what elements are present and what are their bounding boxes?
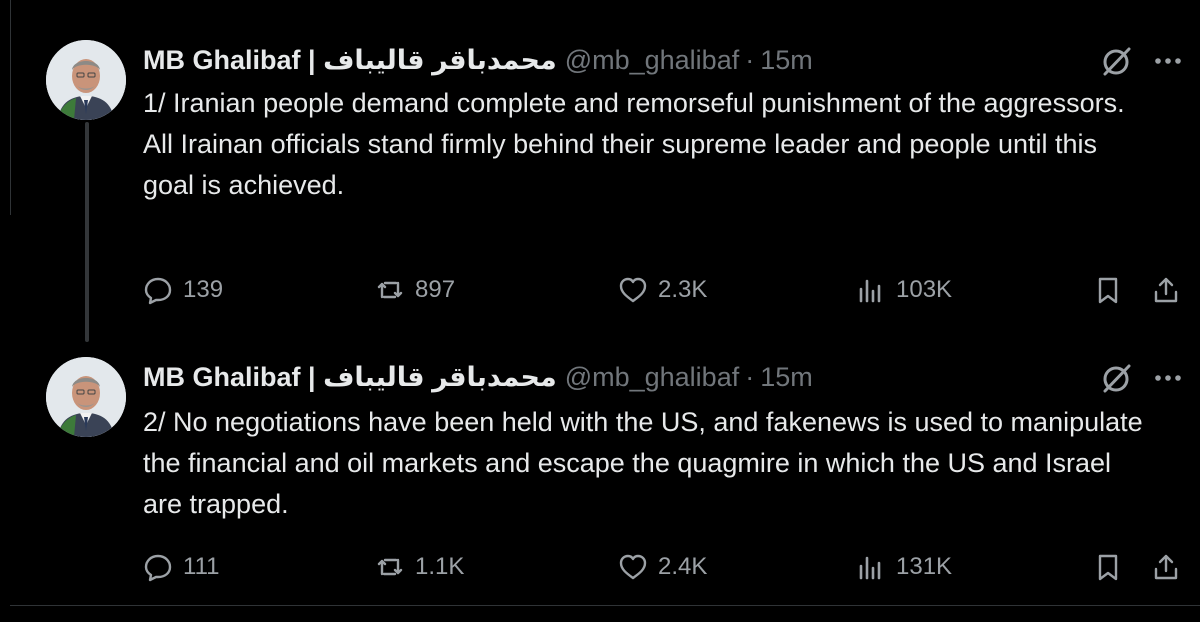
like-button[interactable]: 2.3K [618,270,707,310]
tweet-1[interactable]: محمدباقر قالیباف | MB Ghalibaf @mb_ghali… [0,0,1200,340]
reply-icon [144,554,172,582]
share-button[interactable] [1151,270,1181,310]
share-button[interactable] [1151,547,1181,587]
retweet-count: 1.1K [415,553,465,580]
like-count: 2.4K [658,553,708,580]
like-count: 2.3K [658,276,708,303]
author-name[interactable]: محمدباقر قالیباف | MB Ghalibaf [143,45,557,76]
author-name[interactable]: محمدباقر قالیباف | MB Ghalibaf [143,362,557,393]
tweet-actions: 111 1.1K 2.4K 131K [143,547,1180,587]
retweet-button[interactable]: 1.1K [375,547,464,587]
more-icon[interactable] [1150,43,1186,79]
like-icon [619,554,647,580]
author-handle[interactable]: @mb_ghalibaf [565,362,740,393]
tweet-text-paragraph: 2/ No negotiations have been held with t… [143,407,1143,519]
bookmark-icon [1098,554,1118,581]
header-separator: · [745,361,755,392]
like-button[interactable]: 2.4K [618,547,707,587]
retweet-button[interactable]: 897 [375,270,455,310]
grok-icon[interactable] [1099,43,1135,79]
share-icon [1154,277,1178,303]
reply-count: 111 [183,553,220,580]
retweet-icon [377,281,403,299]
tweet-timestamp[interactable]: 15m [760,45,813,76]
tweet-text-paragraph: 1/ Iranian people demand complete and re… [143,88,1125,118]
author-handle[interactable]: @mb_ghalibaf [565,45,740,76]
header-separator: · [745,44,755,75]
bookmark-button[interactable] [1093,547,1123,587]
views-button[interactable]: 103K [856,270,952,310]
views-icon [859,556,881,580]
bookmark-icon [1098,277,1118,304]
tweet-timestamp[interactable]: 15m [760,362,813,393]
tweet-text: 2/ No negotiations have been held with t… [143,402,1153,525]
views-button[interactable]: 131K [856,547,952,587]
tweet-2[interactable]: محمدباقر قالیباف | MB Ghalibaf @mb_ghali… [0,340,1200,605]
author-avatar[interactable] [46,357,126,437]
bottom-divider [10,605,1200,606]
tweet-header: محمدباقر قالیباف | MB Ghalibaf @mb_ghali… [143,40,813,80]
reply-count: 139 [183,276,224,303]
author-avatar[interactable] [46,40,126,120]
reply-button[interactable]: 139 [143,270,223,310]
share-icon [1154,554,1178,580]
more-icon[interactable] [1150,360,1186,396]
tweet-actions: 139 897 2.3K 103K [143,270,1180,310]
retweet-count: 897 [415,276,456,303]
bookmark-button[interactable] [1093,270,1123,310]
reply-icon [144,277,172,305]
views-icon [859,279,881,303]
grok-icon[interactable] [1099,360,1135,396]
retweet-icon [377,558,403,576]
like-icon [619,277,647,303]
view-count: 131K [896,553,953,580]
view-count: 103K [896,276,953,303]
tweet-header: محمدباقر قالیباف | MB Ghalibaf @mb_ghali… [143,357,813,397]
tweet-text-paragraph: All Irainan officials stand firmly behin… [143,129,1098,200]
tweet-text: 1/ Iranian people demand complete and re… [143,83,1153,206]
reply-button[interactable]: 111 [143,547,219,587]
